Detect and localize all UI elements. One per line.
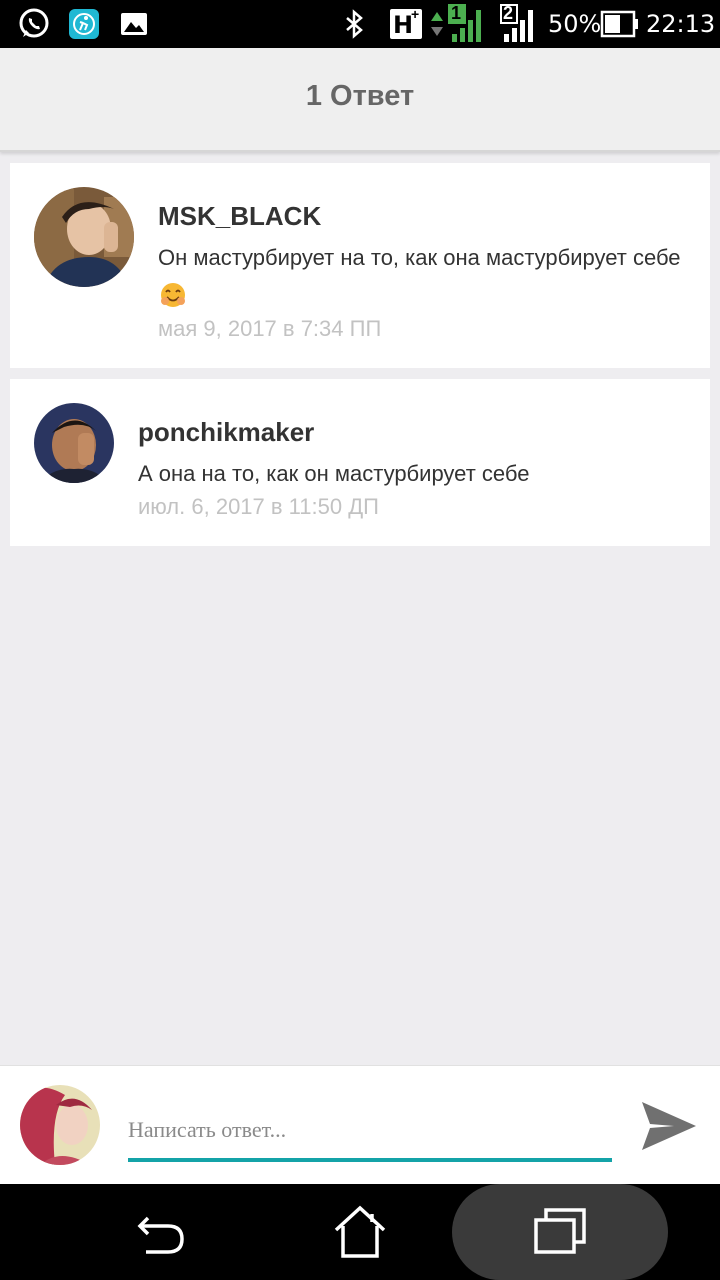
- network-type-badge: H +: [390, 6, 422, 39]
- signal-bars-icon: [504, 10, 533, 42]
- whatsapp-icon: [19, 8, 49, 38]
- comment-timestamp: мая 9, 2017 в 7:34 ПП: [158, 316, 382, 341]
- comment-text: А она на то, как он мастурбирует себе: [138, 461, 530, 486]
- status-bar: H + 1 2 50% 22:13: [0, 0, 720, 48]
- send-icon[interactable]: [638, 1096, 698, 1156]
- clock: 22:13: [646, 10, 716, 38]
- navigation-bar: [0, 1184, 720, 1280]
- current-user-avatar[interactable]: [20, 1085, 100, 1165]
- comment-text-content: Он мастурбирует на то, как она мастурбир…: [158, 245, 681, 270]
- sim2-signal: 2: [500, 3, 540, 44]
- comment-username[interactable]: MSK_BLACK: [158, 201, 321, 232]
- avatar[interactable]: [34, 187, 134, 287]
- comment-timestamp: июл. 6, 2017 в 11:50 ДП: [138, 494, 379, 519]
- signal-bars-icon: [452, 10, 481, 42]
- fitness-app-icon: [69, 9, 99, 39]
- reply-input-wrapper: [128, 1104, 612, 1162]
- bluetooth-icon: [346, 9, 363, 39]
- recent-apps-icon[interactable]: [524, 1196, 596, 1268]
- smiling-face-icon: [161, 283, 185, 307]
- reply-input[interactable]: [128, 1104, 612, 1156]
- home-icon[interactable]: [324, 1196, 396, 1268]
- avatar[interactable]: [34, 403, 114, 483]
- back-icon[interactable]: [124, 1196, 196, 1268]
- header: 1 Ответ: [0, 48, 720, 152]
- comment-username[interactable]: ponchikmaker: [138, 417, 314, 448]
- page-title: 1 Ответ: [305, 80, 415, 112]
- battery-icon: [600, 10, 638, 38]
- comment-card: MSK_BLACK Он мастурбирует на то, как она…: [10, 163, 710, 368]
- battery-percent: 50%: [548, 10, 602, 38]
- image-icon: [121, 13, 147, 35]
- comment-text: Он мастурбирует на то, как она мастурбир…: [158, 239, 698, 315]
- network-plus-label: +: [411, 6, 420, 22]
- sim1-signal: 1: [448, 3, 488, 44]
- reply-bar: [0, 1065, 720, 1184]
- data-activity-icon: [431, 12, 443, 36]
- comment-card: ponchikmaker А она на то, как он мастурб…: [10, 379, 710, 546]
